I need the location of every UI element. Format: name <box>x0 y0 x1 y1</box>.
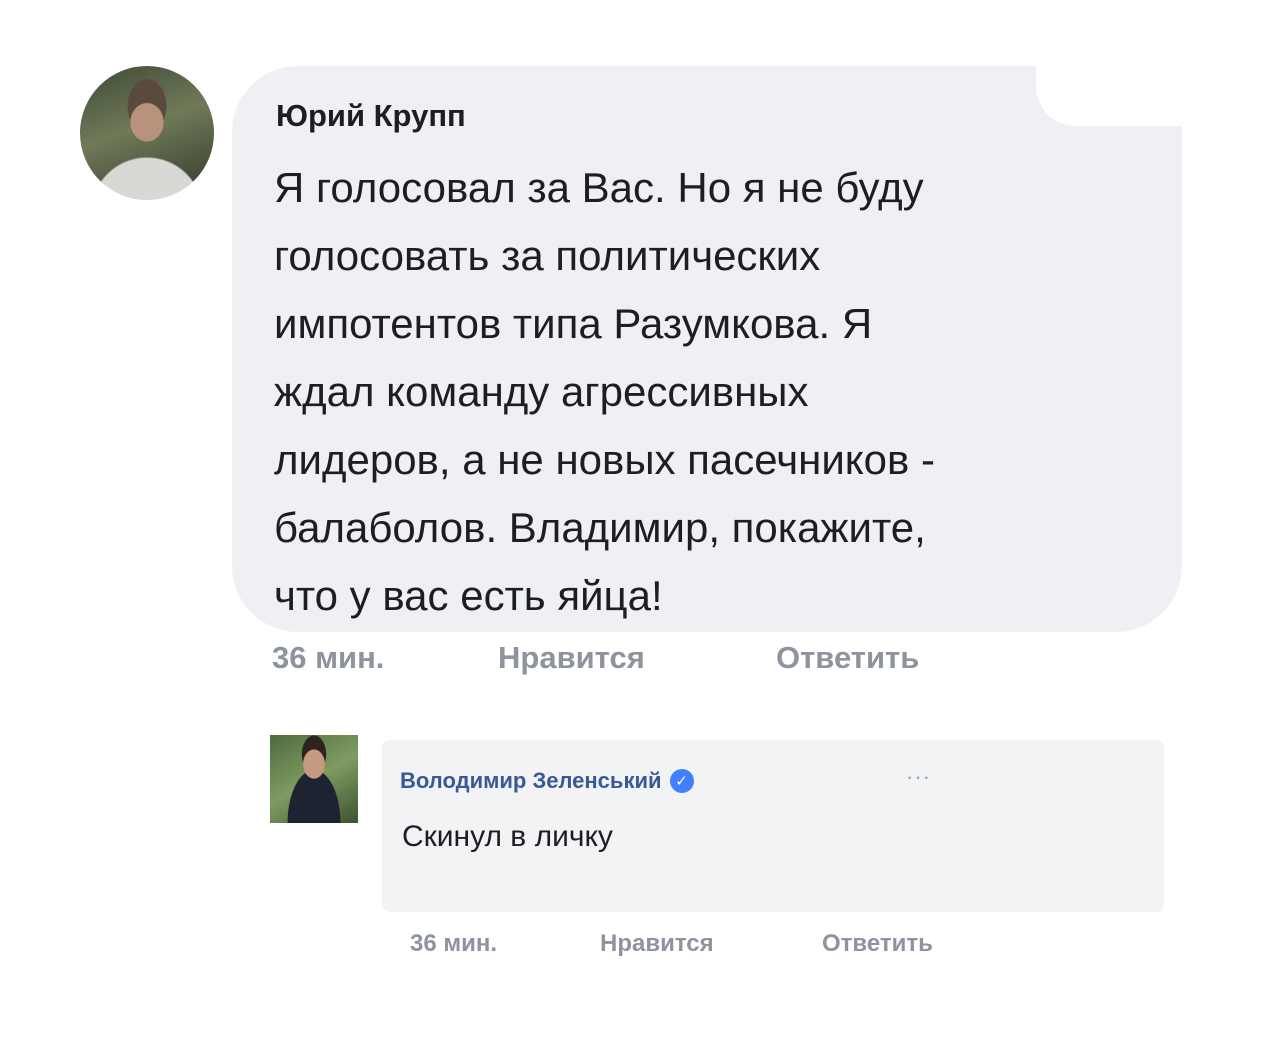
verified-badge-icon: ✓ <box>669 769 694 793</box>
comment-author[interactable]: Юрий Крупп <box>276 98 466 134</box>
like-button[interactable]: Нравится <box>600 930 822 958</box>
reply-author[interactable]: Володимир Зеленський ✓ <box>400 768 694 794</box>
reply-button[interactable]: Ответить <box>776 640 919 676</box>
cropped-corner <box>1036 60 1196 126</box>
comment-text-line: Я голосовал за Вас. Но я не буду <box>274 164 924 211</box>
comment-text-line: ждал команду агрессивных <box>274 368 809 415</box>
comment-text-line: голосовать за политических <box>274 232 821 279</box>
comment-timestamp[interactable]: 36 мин. <box>272 640 498 676</box>
reply-text: Скинул в личку <box>402 820 613 853</box>
reply-timestamp[interactable]: 36 мин. <box>410 930 600 958</box>
more-options-icon[interactable]: ··· <box>906 764 931 790</box>
reply-button[interactable]: Ответить <box>822 930 933 958</box>
comment-text-line: лидеров, а не новых пасечников - <box>274 436 935 483</box>
comment-actions: 36 мин. Нравится Ответить <box>272 640 919 676</box>
comment-text-line: балаболов. Владимир, покажите, <box>274 504 926 551</box>
comment-text: Я голосовал за Вас. Но я не буду голосов… <box>274 154 1154 630</box>
comments-screenshot: Юрий Крупп Я голосовал за Вас. Но я не б… <box>0 0 1280 1039</box>
reply-actions: 36 мин. Нравится Ответить <box>410 930 933 958</box>
like-button[interactable]: Нравится <box>498 640 776 676</box>
avatar-zelensky[interactable] <box>270 735 358 823</box>
comment-text-line: что у вас есть яйца! <box>274 572 663 619</box>
reply-author-name[interactable]: Володимир Зеленський <box>400 768 662 794</box>
avatar-yuriy-krupp[interactable] <box>80 66 214 200</box>
comment-text-line: импотентов типа Разумкова. Я <box>274 300 873 347</box>
